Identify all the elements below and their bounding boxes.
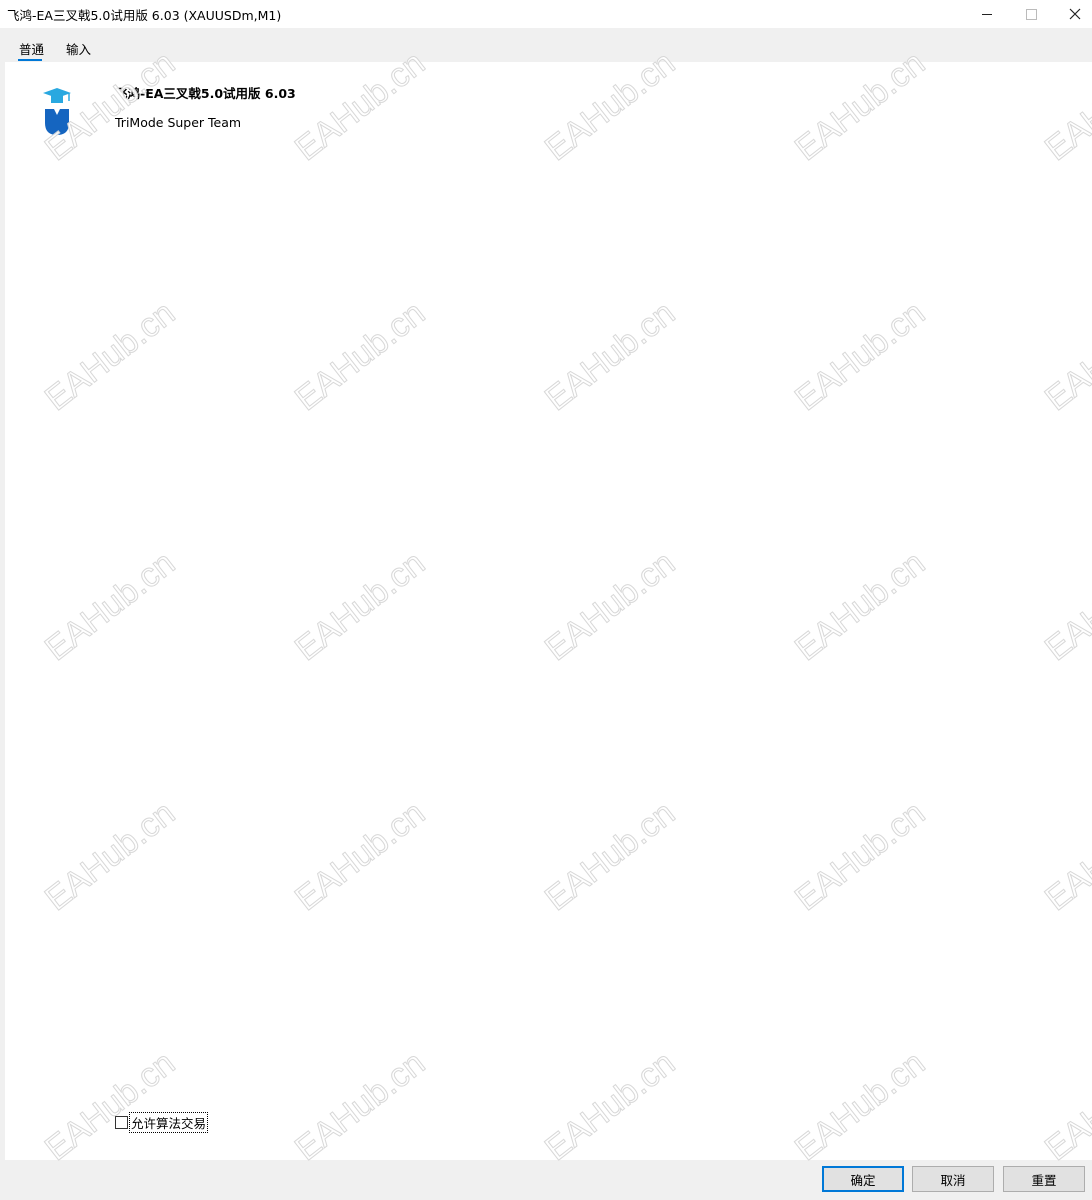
reset-button[interactable]: 重置 <box>1003 1166 1085 1192</box>
ea-logo-icon <box>43 88 71 135</box>
title-bar: 飞鸿-EA三叉戟5.0试用版 6.03 (XAUUSDm,M1) <box>0 0 1092 28</box>
minimize-button[interactable] <box>964 0 1010 28</box>
common-tab-panel: 飞鸿-EA三叉戟5.0试用版 6.03 TriMode Super Team 允… <box>5 62 1092 1160</box>
ea-author: TriMode Super Team <box>115 115 242 130</box>
ok-button[interactable]: 确定 <box>822 1166 904 1192</box>
allow-algo-trading-checkbox[interactable] <box>115 1116 128 1129</box>
cancel-button[interactable]: 取消 <box>912 1166 994 1192</box>
ea-name: 飞鸿-EA三叉戟5.0试用版 6.03 <box>115 86 296 101</box>
tab-bar: 普通 输入 <box>0 28 1092 60</box>
minimize-icon <box>982 13 992 15</box>
tab-inputs[interactable]: 输入 <box>66 39 91 58</box>
allow-algo-trading-label: 允许算法交易 <box>129 1112 209 1133</box>
close-icon <box>1069 8 1081 20</box>
window-title: 飞鸿-EA三叉戟5.0试用版 6.03 (XAUUSDm,M1) <box>7 8 282 23</box>
tab-common[interactable]: 普通 <box>19 39 44 58</box>
maximize-button[interactable] <box>1008 0 1054 28</box>
allow-algo-trading-option[interactable]: 允许算法交易 <box>115 1112 209 1133</box>
settings-dialog: 飞鸿-EA三叉戟5.0试用版 6.03 (XAUUSDm,M1) 普通 输入 飞… <box>0 0 1092 1200</box>
close-button[interactable] <box>1052 0 1092 28</box>
active-tab-indicator <box>18 59 42 61</box>
maximize-icon <box>1025 8 1037 20</box>
